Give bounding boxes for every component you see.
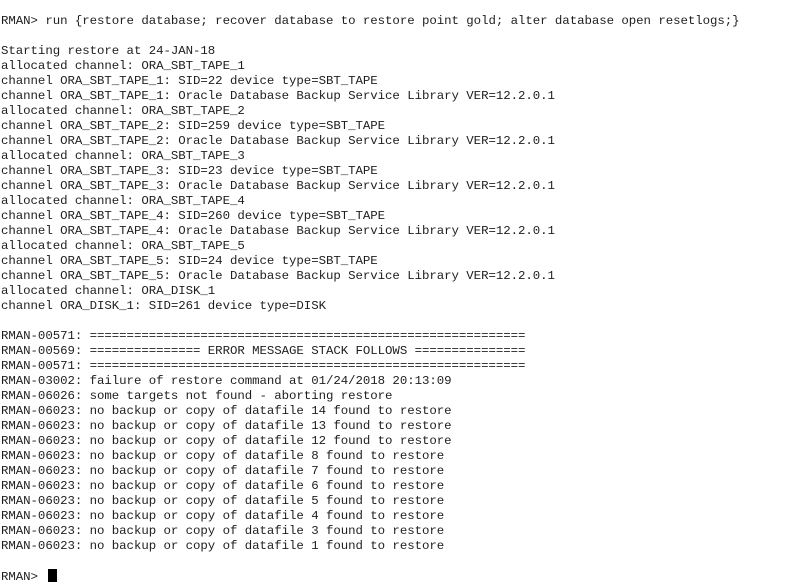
prompt-line[interactable]: RMAN>: [1, 569, 798, 584]
output-line: allocated channel: ORA_SBT_TAPE_4: [1, 194, 245, 208]
output-line: channel ORA_SBT_TAPE_5: Oracle Database …: [1, 269, 555, 283]
output-line: channel ORA_SBT_TAPE_3: Oracle Database …: [1, 179, 555, 193]
output-line: RMAN-06026: some targets not found - abo…: [1, 389, 393, 403]
output-line: channel ORA_SBT_TAPE_1: SID=22 device ty…: [1, 74, 378, 88]
prompt-text: RMAN>: [1, 570, 46, 584]
output-line: channel ORA_SBT_TAPE_1: Oracle Database …: [1, 89, 555, 103]
output-line: RMAN-06023: no backup or copy of datafil…: [1, 419, 452, 433]
output-line: channel ORA_SBT_TAPE_4: Oracle Database …: [1, 224, 555, 238]
output-line: RMAN> run {restore database; recover dat…: [1, 14, 740, 28]
output-line: allocated channel: ORA_SBT_TAPE_2: [1, 104, 245, 118]
output-line: RMAN-06023: no backup or copy of datafil…: [1, 479, 445, 493]
output-line: RMAN-06023: no backup or copy of datafil…: [1, 449, 445, 463]
output-line: channel ORA_SBT_TAPE_2: Oracle Database …: [1, 134, 555, 148]
output-line: RMAN-06023: no backup or copy of datafil…: [1, 539, 445, 553]
output-line: allocated channel: ORA_SBT_TAPE_3: [1, 149, 245, 163]
output-line: RMAN-06023: no backup or copy of datafil…: [1, 509, 445, 523]
output-line: RMAN-00571: ============================…: [1, 359, 526, 373]
output-line: RMAN-00571: ============================…: [1, 329, 526, 343]
output-line: RMAN-06023: no backup or copy of datafil…: [1, 434, 452, 448]
output-line: channel ORA_DISK_1: SID=261 device type=…: [1, 299, 326, 313]
output-line: RMAN-03002: failure of restore command a…: [1, 374, 452, 388]
output-line: RMAN-00569: =============== ERROR MESSAG…: [1, 344, 526, 358]
output-line: channel ORA_SBT_TAPE_4: SID=260 device t…: [1, 209, 386, 223]
terminal-output: RMAN> run {restore database; recover dat…: [1, 14, 798, 569]
terminal-window[interactable]: RMAN> run {restore database; recover dat…: [0, 0, 798, 588]
output-line: Starting restore at 24-JAN-18: [1, 44, 216, 58]
output-line: allocated channel: ORA_SBT_TAPE_5: [1, 239, 245, 253]
text-cursor: [48, 569, 58, 582]
output-line: RMAN-06023: no backup or copy of datafil…: [1, 524, 445, 538]
output-line: RMAN-06023: no backup or copy of datafil…: [1, 464, 445, 478]
output-line: allocated channel: ORA_DISK_1: [1, 284, 216, 298]
output-line: channel ORA_SBT_TAPE_3: SID=23 device ty…: [1, 164, 378, 178]
output-line: RMAN-06023: no backup or copy of datafil…: [1, 404, 452, 418]
output-line: RMAN-06023: no backup or copy of datafil…: [1, 494, 445, 508]
output-line: channel ORA_SBT_TAPE_2: SID=259 device t…: [1, 119, 386, 133]
output-line: channel ORA_SBT_TAPE_5: SID=24 device ty…: [1, 254, 378, 268]
output-line: allocated channel: ORA_SBT_TAPE_1: [1, 59, 245, 73]
